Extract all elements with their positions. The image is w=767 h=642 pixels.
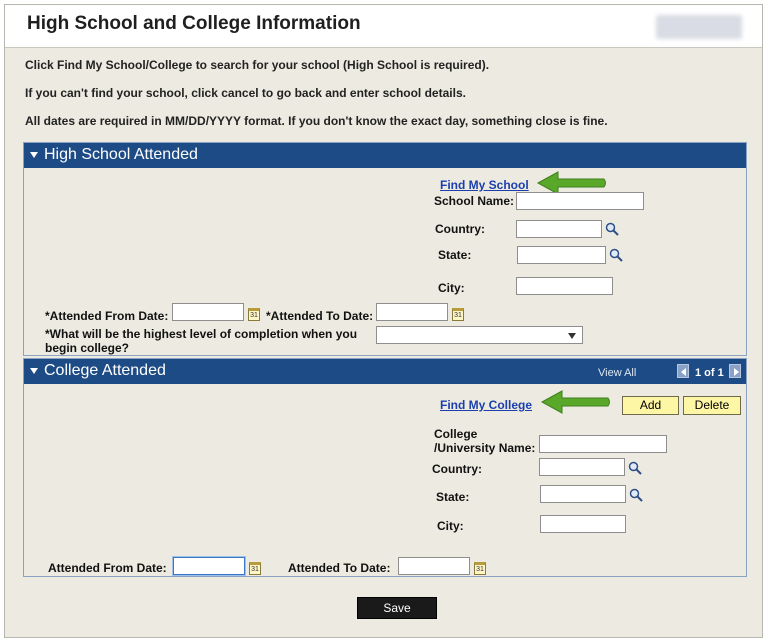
find-my-school-link[interactable]: Find My School [440,178,529,192]
college-to-date-label: Attended To Date: [288,561,391,575]
magnifier-icon[interactable] [629,488,643,502]
college-panel-title: College Attended [44,362,166,379]
chevron-down-icon [568,333,576,339]
college-name-label-line1: College [434,427,478,441]
college-city-label: City: [437,519,464,533]
college-state-label: State: [436,490,470,504]
college-panel-header[interactable]: College Attended View All 1 of 1 [24,359,746,384]
hs-state-label: State: [438,248,472,262]
title-bar: High School and College Information [5,5,762,48]
hs-country-input[interactable] [516,220,602,238]
instruction-line-1: Click Find My School/College to search f… [25,58,490,72]
chevron-left-icon [681,368,686,376]
hs-to-date-label: *Attended To Date: [266,309,374,323]
collapse-triangle-icon[interactable] [30,368,38,374]
hs-to-date-input[interactable] [376,303,448,321]
calendar-icon[interactable]: 31 [249,562,261,575]
college-from-date-input[interactable] [173,557,245,575]
previous-row-button[interactable] [677,364,689,378]
chevron-right-icon [734,368,739,376]
high-school-panel-header[interactable]: High School Attended [24,143,746,168]
college-name-label-line2: /University Name: [434,441,536,455]
instruction-line-3: All dates are required in MM/DD/YYYY for… [25,114,608,128]
page-title: High School and College Information [27,13,361,34]
magnifier-icon[interactable] [605,222,619,236]
pager-text: 1 of 1 [695,367,724,379]
arrow-left-icon [540,390,610,414]
college-panel: College Attended View All 1 of 1 Find My… [23,358,747,577]
high-school-panel-title: High School Attended [44,146,198,163]
college-from-date-label: Attended From Date: [48,561,167,575]
hs-city-input[interactable] [516,277,613,295]
hs-from-date-input[interactable] [172,303,244,321]
next-row-button[interactable] [729,364,741,378]
high-school-panel: High School Attended Find My School Scho… [23,142,747,356]
hs-state-input[interactable] [517,246,606,264]
delete-button[interactable]: Delete [683,396,741,415]
calendar-icon[interactable]: 31 [474,562,486,575]
add-button[interactable]: Add [622,396,679,415]
page-frame: High School and College Information Clic… [4,4,763,638]
view-all-link[interactable]: View All [598,367,636,379]
find-my-college-link[interactable]: Find My College [440,398,532,412]
completion-level-select[interactable] [376,326,583,344]
hs-country-label: Country: [435,222,485,236]
completion-level-label: *What will be the highest level of compl… [45,327,358,355]
college-city-input[interactable] [540,515,626,533]
magnifier-icon[interactable] [609,248,623,262]
college-country-label: Country: [432,462,482,476]
save-button[interactable]: Save [357,597,437,619]
school-name-label: School Name: [434,194,515,208]
calendar-icon[interactable]: 31 [248,308,260,321]
calendar-icon[interactable]: 31 [452,308,464,321]
magnifier-icon[interactable] [628,461,642,475]
college-state-input[interactable] [540,485,626,503]
hs-from-date-label: *Attended From Date: [45,309,169,323]
college-to-date-input[interactable] [398,557,470,575]
hs-city-label: City: [438,281,465,295]
college-name-input[interactable] [539,435,667,453]
college-country-input[interactable] [539,458,625,476]
blurred-region [656,15,742,39]
school-name-input[interactable] [516,192,644,210]
collapse-triangle-icon[interactable] [30,152,38,158]
instruction-line-2: If you can't find your school, click can… [25,86,466,100]
